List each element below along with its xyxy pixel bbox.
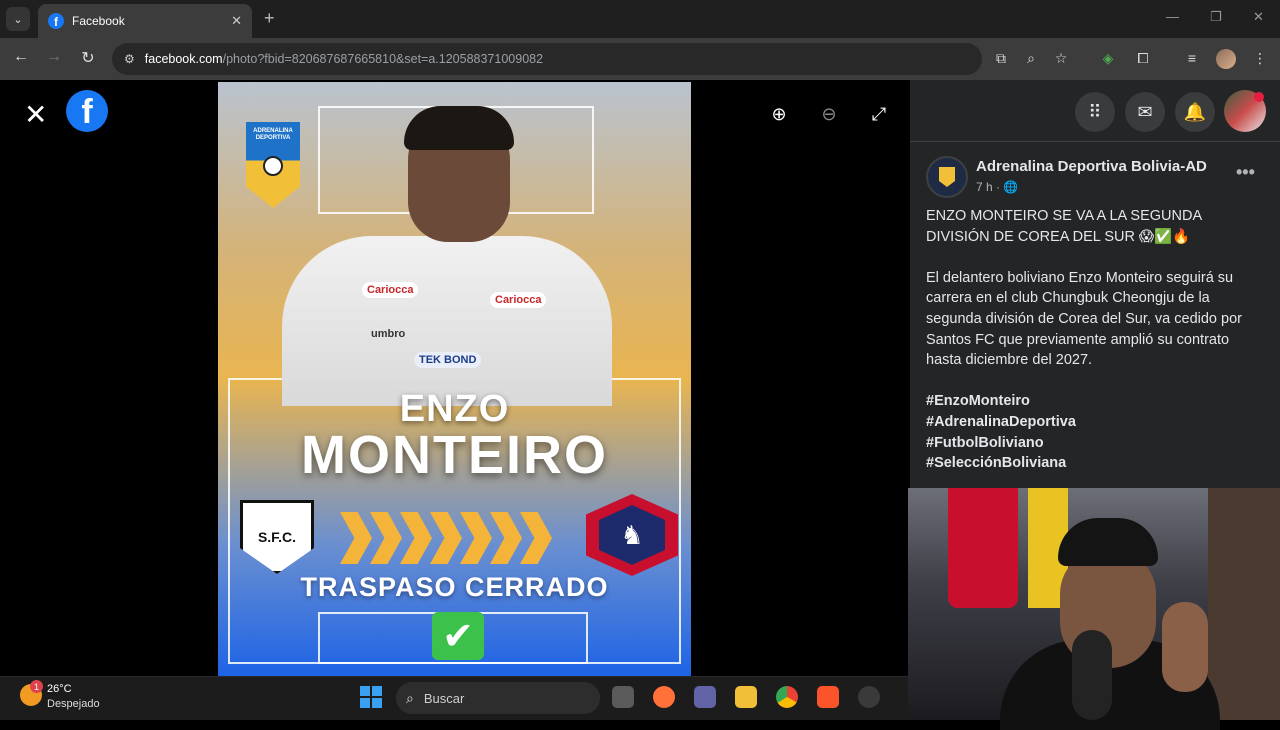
site-info-icon[interactable]: ⚙ (124, 52, 135, 66)
sponsor-logo: TEK BOND (414, 352, 482, 368)
lion-icon: ♞ (599, 505, 665, 565)
weather-badge: 1 (30, 680, 43, 693)
browser-profile-avatar[interactable] (1216, 49, 1236, 69)
address-bar[interactable]: ⚙ facebook.com/photo?fbid=82068768766581… (112, 43, 982, 75)
hashtag-link[interactable]: #FutbolBoliviano (926, 433, 1266, 454)
notification-dot (1254, 92, 1264, 102)
weather-condition[interactable]: Despejado (47, 698, 100, 710)
chrome-app-icon[interactable] (776, 686, 798, 708)
post-headline: ENZO MONTEIRO SE VA A LA SEGUNDA DIVISIÓ… (926, 208, 1202, 245)
restore-icon[interactable]: ❐ (1210, 9, 1222, 25)
weather-temperature[interactable]: 26°C (47, 683, 72, 695)
arrow-chevron-icon (520, 512, 552, 564)
browser-toolbar: ← → ↻ ⚙ facebook.com/photo?fbid=82068768… (0, 38, 1280, 80)
minimize-icon[interactable]: — (1166, 9, 1179, 24)
window-close-icon[interactable]: ✕ (1253, 9, 1264, 25)
post-timestamp[interactable]: 7 h · 🌐 (976, 180, 1018, 194)
hashtag-list: #EnzoMonteiro #AdrenalinaDeportiva #Futb… (926, 391, 1266, 473)
folder-app-icon[interactable] (735, 686, 757, 708)
taskbar-search[interactable]: ⌕ Buscar (396, 682, 600, 714)
viewer-close-icon[interactable]: ✕ (24, 98, 47, 131)
player-figure (282, 236, 612, 406)
url-text: facebook.com/photo?fbid=820687687665810&… (144, 52, 544, 66)
shield-icon (939, 167, 955, 187)
arrow-chevron-icon (400, 512, 432, 564)
install-app-icon[interactable]: ⧉ (991, 50, 1011, 67)
back-icon[interactable]: ← (10, 48, 32, 66)
sponsor-logo: umbro (371, 328, 406, 340)
arrow-chevron-icon (490, 512, 522, 564)
arrow-chevron-icon (370, 512, 402, 564)
checkmark-icon: ✔ (432, 612, 484, 660)
facebook-favicon-icon: f (48, 13, 64, 29)
firefox-app-icon[interactable] (653, 686, 675, 708)
globe-icon: 🌐 (1003, 180, 1019, 194)
hashtag-link[interactable]: #AdrenalinaDeportiva (926, 412, 1266, 433)
file-manager-app-icon[interactable] (612, 686, 634, 708)
tab-facebook[interactable]: f Facebook ✕ (38, 4, 252, 38)
arrow-chevron-icon (340, 512, 372, 564)
messenger-icon[interactable]: ✉ (1125, 92, 1165, 132)
forward-icon[interactable]: → (43, 48, 65, 66)
post-options-icon[interactable]: ••• (1236, 162, 1255, 183)
brave-app-icon[interactable] (817, 686, 839, 708)
tab-search-chevron-icon[interactable]: ⌄ (6, 7, 30, 31)
arrow-chevron-icon (460, 512, 492, 564)
browser-menu-icon[interactable]: ⋮ (1250, 50, 1270, 67)
windows-start-icon[interactable] (360, 686, 382, 708)
browser-tabstrip: ⌄ f Facebook ✕ + — ❐ ✕ (0, 0, 1280, 38)
zoom-in-icon[interactable]: ⊕ (766, 104, 792, 130)
sponsor-logo: Cariocca (490, 292, 547, 308)
tab-close-icon[interactable]: ✕ (231, 13, 242, 29)
extension-green-icon[interactable]: ◈ (1098, 50, 1118, 67)
zoom-out-icon[interactable]: ⊖ (816, 104, 842, 130)
notifications-bell-icon[interactable]: 🔔 (1175, 92, 1215, 132)
microphone-icon (1072, 630, 1112, 720)
door-decoration (1208, 488, 1280, 720)
streamer-hand (1162, 602, 1208, 692)
extensions-puzzle-icon[interactable]: ⧠ (1133, 50, 1153, 67)
post-caption: ENZO MONTEIRO SE VA A LA SEGUNDA DIVISIÓ… (926, 206, 1266, 474)
fullscreen-icon[interactable]: ⤢ (866, 104, 892, 130)
bookmark-star-icon[interactable]: ☆ (1051, 50, 1071, 67)
player-hair (404, 106, 514, 150)
page-name-link[interactable]: Adrenalina Deportiva Bolivia-AD (976, 158, 1207, 175)
football-icon (263, 156, 283, 176)
reload-icon[interactable]: ↻ (77, 48, 99, 68)
search-icon: ⌕ (406, 689, 414, 706)
page-avatar[interactable] (926, 156, 968, 198)
active-app-icon[interactable] (858, 686, 880, 708)
menu-grid-icon[interactable]: ⠿ (1075, 92, 1115, 132)
sponsor-logo: Cariocca (362, 282, 419, 298)
tab-title: Facebook (72, 14, 125, 28)
arrow-chevron-icon (430, 512, 462, 564)
panel-divider (910, 141, 1280, 142)
post-body: El delantero boliviano Enzo Monteiro seg… (926, 269, 1242, 369)
teams-app-icon[interactable] (694, 686, 716, 708)
media-controls-icon[interactable]: ≡ (1182, 50, 1202, 66)
new-tab-icon[interactable]: + (264, 8, 275, 29)
hashtag-link[interactable]: #SelecciónBoliviana (926, 453, 1266, 474)
zoom-icon[interactable]: ⌕ (1021, 50, 1041, 67)
facebook-logo-icon[interactable]: f (66, 90, 108, 132)
poster-status: TRASPASO CERRADO (300, 572, 609, 602)
hashtag-link[interactable]: #EnzoMonteiro (926, 391, 1266, 412)
poster-last-name: MONTEIRO (301, 425, 608, 485)
transfer-arrows (340, 512, 552, 564)
jersey-decoration (948, 488, 1018, 608)
search-label: Buscar (423, 690, 465, 706)
